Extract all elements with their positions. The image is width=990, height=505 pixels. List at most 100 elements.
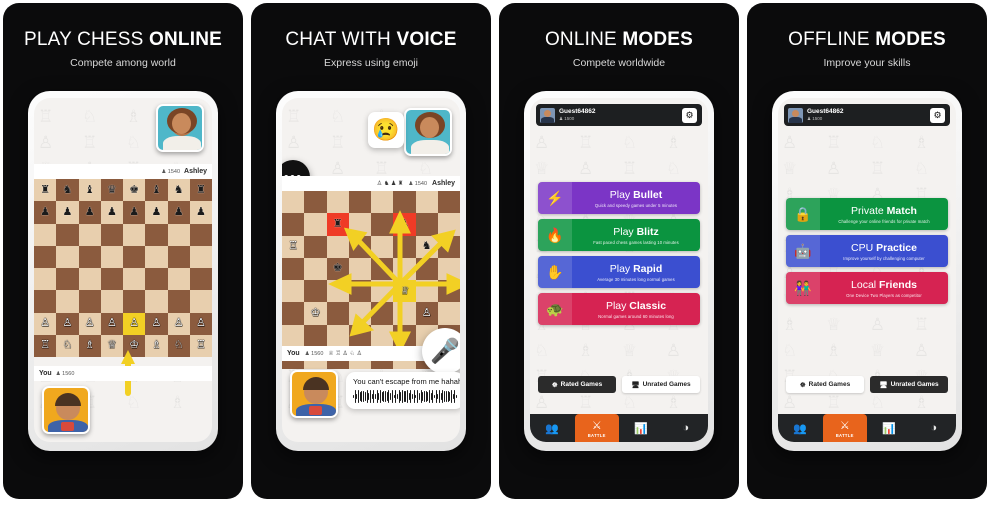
- board-square[interactable]: ♗: [145, 334, 168, 357]
- board-square[interactable]: [78, 290, 101, 313]
- mode-button[interactable]: 🤖 CPU Practice Improve yourself by challen…: [786, 235, 948, 267]
- board-square[interactable]: ♟: [78, 201, 101, 224]
- board-square[interactable]: [348, 213, 371, 236]
- board-square[interactable]: ♟: [189, 201, 212, 224]
- board-square[interactable]: [326, 280, 349, 303]
- board-square[interactable]: [56, 245, 79, 268]
- nav-item[interactable]: 👥: [530, 414, 575, 442]
- board-square[interactable]: [78, 223, 101, 246]
- board-square[interactable]: ♝: [78, 179, 101, 202]
- board-square[interactable]: ♚: [123, 179, 146, 202]
- board-square[interactable]: ♕: [393, 280, 416, 303]
- gear-icon[interactable]: ⚙: [682, 107, 697, 123]
- board-square[interactable]: [348, 302, 371, 325]
- board-square[interactable]: [100, 223, 123, 246]
- board-square[interactable]: [371, 280, 394, 303]
- board-square[interactable]: [437, 280, 460, 303]
- board-square[interactable]: [326, 302, 349, 325]
- board-square[interactable]: [56, 290, 79, 313]
- board-square[interactable]: [393, 324, 416, 347]
- chess-board[interactable]: ♜ ♞ ♝ ♛ ♚ ♝ ♞ ♜ ♟ ♟ ♟ ♟ ♟ ♟ ♟ ♟ ♙ ♙ ♙ ♙ ♙ ♙ ♙ ♙ ♖ ♘ ♗ ♕ ♔ ♗ ♘ ♖: [34, 179, 212, 357]
- board-square[interactable]: [415, 280, 438, 303]
- board-square[interactable]: [371, 235, 394, 258]
- board-square[interactable]: [371, 324, 394, 347]
- board-square[interactable]: [100, 290, 123, 313]
- board-square[interactable]: [34, 245, 57, 268]
- mode-button[interactable]: 🐢 Play Classic Normal games around 60 minu…: [538, 293, 700, 325]
- board-square[interactable]: [304, 280, 327, 303]
- board-square[interactable]: [56, 268, 79, 291]
- mode-button[interactable]: 🔥 Play Blitz Fast paced chess games lastin…: [538, 219, 700, 251]
- board-square[interactable]: [326, 191, 349, 214]
- board-square[interactable]: [123, 290, 146, 313]
- board-square[interactable]: ♞: [56, 179, 79, 202]
- opponent-avatar[interactable]: [404, 108, 452, 156]
- player-avatar[interactable]: [42, 386, 90, 434]
- board-square[interactable]: [348, 235, 371, 258]
- board-square[interactable]: [282, 324, 305, 347]
- board-square[interactable]: ♙: [100, 312, 123, 335]
- board-square[interactable]: ♟: [145, 201, 168, 224]
- player-avatar[interactable]: [290, 370, 338, 418]
- board-square[interactable]: [100, 268, 123, 291]
- board-square[interactable]: [437, 191, 460, 214]
- board-square[interactable]: ♟: [123, 201, 146, 224]
- board-square[interactable]: [189, 290, 212, 313]
- board-square[interactable]: ♔: [304, 302, 327, 325]
- board-square[interactable]: [145, 268, 168, 291]
- nav-item[interactable]: 📊: [619, 414, 664, 442]
- board-square[interactable]: [282, 280, 305, 303]
- board-square[interactable]: [123, 245, 146, 268]
- board-square[interactable]: [34, 290, 57, 313]
- rated-games-button[interactable]: ☸ Rated Games: [538, 376, 616, 393]
- rated-games-button[interactable]: ☸ Rated Games: [786, 376, 864, 393]
- board-square[interactable]: [304, 324, 327, 347]
- board-square[interactable]: [123, 268, 146, 291]
- board-square[interactable]: [282, 213, 305, 236]
- board-square[interactable]: [437, 235, 460, 258]
- board-square[interactable]: [189, 268, 212, 291]
- board-square[interactable]: [34, 268, 57, 291]
- board-square[interactable]: [145, 245, 168, 268]
- voice-message-bubble[interactable]: You can't escape from me hahaha: [346, 372, 460, 409]
- mode-button[interactable]: 🔒 Private Match Challenge your online frie…: [786, 198, 948, 230]
- board-square[interactable]: ♞: [415, 235, 438, 258]
- board-square[interactable]: ♔: [123, 334, 146, 357]
- board-square[interactable]: ♚: [326, 257, 349, 280]
- board-square[interactable]: [437, 257, 460, 280]
- board-square[interactable]: [437, 302, 460, 325]
- board-square[interactable]: [415, 213, 438, 236]
- board-square[interactable]: ♟: [393, 213, 416, 236]
- board-square[interactable]: [304, 235, 327, 258]
- board-square[interactable]: [393, 191, 416, 214]
- mode-button[interactable]: 👫 Local Friends One Device Two Players as …: [786, 272, 948, 304]
- board-square[interactable]: ♛: [100, 179, 123, 202]
- nav-item[interactable]: 📊: [867, 414, 912, 442]
- board-square[interactable]: [282, 191, 305, 214]
- board-square[interactable]: [78, 245, 101, 268]
- board-square[interactable]: ♙: [56, 312, 79, 335]
- board-square[interactable]: [167, 223, 190, 246]
- board-square[interactable]: ♟: [56, 201, 79, 224]
- board-square[interactable]: [167, 245, 190, 268]
- board-square[interactable]: ♘: [56, 334, 79, 357]
- board-square[interactable]: [393, 257, 416, 280]
- gear-icon[interactable]: ⚙: [930, 107, 945, 123]
- board-square[interactable]: [348, 191, 371, 214]
- board-square[interactable]: [371, 213, 394, 236]
- board-square[interactable]: [56, 223, 79, 246]
- nav-item[interactable]: ⚔ BATTLE: [822, 414, 867, 442]
- board-square[interactable]: ♝: [145, 179, 168, 202]
- board-square[interactable]: [145, 290, 168, 313]
- board-square[interactable]: ♘: [167, 334, 190, 357]
- board-square[interactable]: ♙: [78, 312, 101, 335]
- board-square[interactable]: [189, 223, 212, 246]
- board-square[interactable]: [123, 223, 146, 246]
- board-square[interactable]: [34, 223, 57, 246]
- board-square[interactable]: [393, 235, 416, 258]
- opponent-avatar[interactable]: [156, 104, 204, 152]
- board-square[interactable]: [100, 245, 123, 268]
- board-square[interactable]: ♙: [167, 312, 190, 335]
- board-square[interactable]: [371, 191, 394, 214]
- board-square[interactable]: [282, 257, 305, 280]
